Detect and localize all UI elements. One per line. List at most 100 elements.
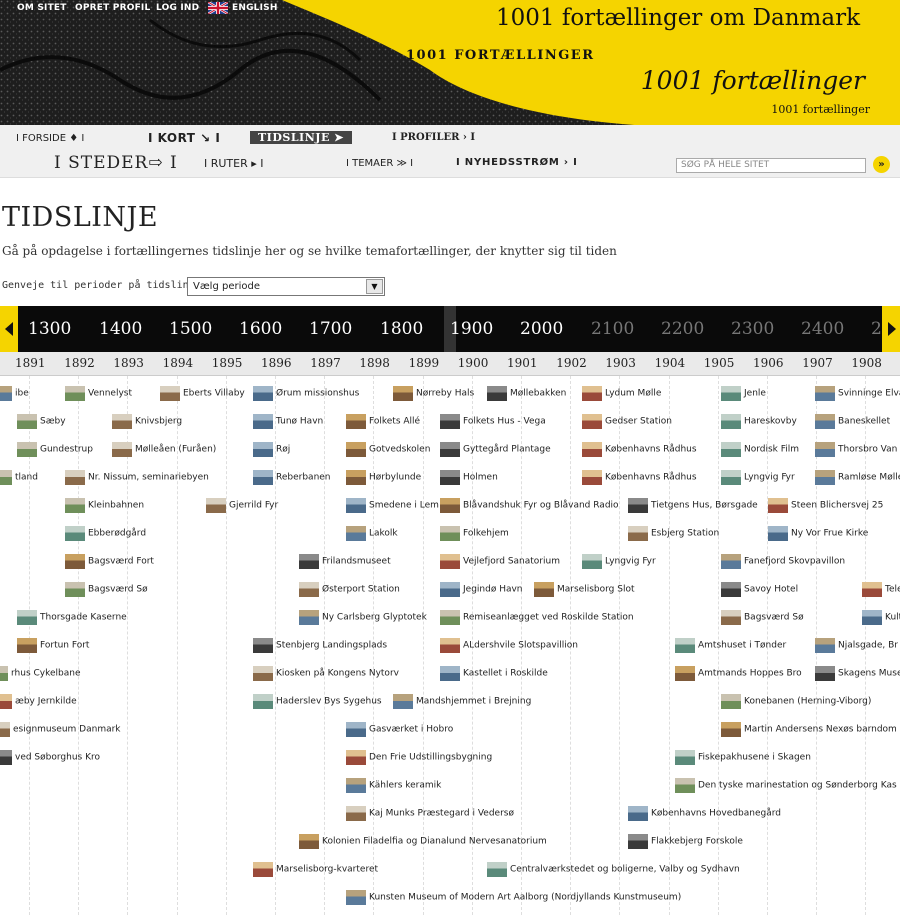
entry-label[interactable]: Mandshjemmet i Brejning — [416, 697, 531, 707]
entry-thumbnail-image[interactable] — [440, 442, 460, 457]
entry-label[interactable]: Lyngvig Fyr — [605, 557, 656, 567]
entry-label[interactable]: Den tyske marinestation og Sønderborg Ka… — [698, 781, 897, 791]
entry-thumbnail-image[interactable] — [65, 498, 85, 513]
entry-label[interactable]: Vennelyst — [88, 389, 132, 399]
entry-label[interactable]: Lyngvig Fyr — [744, 473, 795, 483]
year-label-1906[interactable]: 1906 — [753, 356, 784, 370]
entry-thumbnail-image[interactable] — [440, 610, 460, 625]
entry-thumbnail-image[interactable] — [440, 638, 460, 653]
entry-label[interactable]: rhus Cykelbane — [11, 669, 81, 679]
century-1700[interactable]: 1700 — [309, 319, 352, 339]
entry-label[interactable]: Kult — [885, 613, 900, 623]
entry-thumbnail-image[interactable] — [440, 666, 460, 681]
entry-label[interactable]: Savoy Hotel — [744, 585, 798, 595]
timeline-entry[interactable]: Hareskovby — [721, 414, 797, 430]
timeline-entry[interactable]: Ramløse Mølle — [815, 470, 900, 486]
entry-thumbnail-image[interactable] — [346, 442, 366, 457]
entry-thumbnail-image[interactable] — [721, 414, 741, 429]
year-label-1893[interactable]: 1893 — [113, 356, 144, 370]
timeline-entry[interactable]: Fanefjord Skovpavillon — [721, 554, 845, 570]
year-label-1894[interactable]: 1894 — [163, 356, 194, 370]
entry-thumbnail-image[interactable] — [65, 386, 85, 401]
timeline-entry[interactable]: Centralværkstedet og boligerne, Valby og… — [487, 862, 740, 878]
entry-thumbnail-image[interactable] — [253, 666, 273, 681]
entry-thumbnail-image[interactable] — [628, 834, 648, 849]
entry-thumbnail-image[interactable] — [582, 386, 602, 401]
century-2100[interactable]: 2100 — [591, 319, 634, 339]
entry-thumbnail-image[interactable] — [0, 722, 10, 737]
entry-thumbnail-image[interactable] — [721, 386, 741, 401]
entry-label[interactable]: Røj — [276, 445, 290, 455]
entry-label[interactable]: Tele — [885, 585, 900, 595]
entry-thumbnail-image[interactable] — [815, 638, 835, 653]
entry-thumbnail-image[interactable] — [65, 470, 85, 485]
entry-thumbnail-image[interactable] — [440, 554, 460, 569]
year-label-1901[interactable]: 1901 — [507, 356, 538, 370]
timeline-entry[interactable]: esignmuseum Danmark — [0, 722, 121, 738]
entry-thumbnail-image[interactable] — [346, 806, 366, 821]
timeline-entry[interactable]: Reberbanen — [253, 470, 331, 486]
timeline-entry[interactable]: Marselisborg Slot — [534, 582, 634, 598]
entry-thumbnail-image[interactable] — [582, 414, 602, 429]
timeline-entry[interactable]: Jenle — [721, 386, 766, 402]
timeline-entry[interactable]: Gedser Station — [582, 414, 672, 430]
timeline-entry[interactable]: Vejlefjord Sanatorium — [440, 554, 560, 570]
entry-label[interactable]: Tietgens Hus, Børsgade — [651, 501, 758, 511]
timeline-entry[interactable]: Ny Vor Frue Kirke — [768, 526, 868, 542]
timeline-entry[interactable]: Kastellet i Roskilde — [440, 666, 548, 682]
search-submit-button[interactable]: » — [873, 156, 890, 173]
timeline-entry[interactable]: ibe — [0, 386, 29, 402]
year-label-1891[interactable]: 1891 — [15, 356, 46, 370]
entry-label[interactable]: Martin Andersens Nexøs barndom — [744, 725, 897, 735]
entry-thumbnail-image[interactable] — [721, 694, 741, 709]
entry-thumbnail-image[interactable] — [393, 386, 413, 401]
timeline-entry[interactable]: Lyngvig Fyr — [582, 554, 656, 570]
entry-thumbnail-image[interactable] — [65, 526, 85, 541]
entry-label[interactable]: Nordisk Film — [744, 445, 799, 455]
entry-label[interactable]: Københavns Rådhus — [605, 445, 697, 455]
timeline-entry[interactable]: Esbjerg Station — [628, 526, 719, 542]
entry-thumbnail-image[interactable] — [346, 750, 366, 765]
entry-thumbnail-image[interactable] — [253, 386, 273, 401]
entry-thumbnail-image[interactable] — [582, 442, 602, 457]
entry-thumbnail-image[interactable] — [675, 666, 695, 681]
entry-thumbnail-image[interactable] — [862, 610, 882, 625]
timeline-entry[interactable]: Gotvedskolen — [346, 442, 430, 458]
timeline-entry[interactable]: Jegindø Havn — [440, 582, 523, 598]
entry-label[interactable]: Folkehjem — [463, 529, 509, 539]
century-1500[interactable]: 1500 — [169, 319, 212, 339]
nav-temaer[interactable]: I TEMAER ≫ I — [346, 158, 413, 169]
entry-label[interactable]: Thorsgade Kaserne — [40, 613, 127, 623]
timeline-entry[interactable]: Amtshuset i Tønder — [675, 638, 786, 654]
entry-thumbnail-image[interactable] — [675, 638, 695, 653]
entry-label[interactable]: Gyttegård Plantage — [463, 445, 551, 455]
timeline-entry[interactable]: Kult — [862, 610, 900, 626]
timeline-entry[interactable]: Sæby — [17, 414, 66, 430]
uk-flag-icon[interactable] — [208, 2, 228, 14]
entry-thumbnail-image[interactable] — [299, 834, 319, 849]
century-1400[interactable]: 1400 — [99, 319, 142, 339]
entry-label[interactable]: Hareskovby — [744, 417, 797, 427]
timeline-entry[interactable]: Fortun Fort — [17, 638, 89, 654]
entry-thumbnail-image[interactable] — [815, 414, 835, 429]
entry-label[interactable]: Folkets Hus - Vega — [463, 417, 546, 427]
entry-label[interactable]: æby Jernkilde — [15, 697, 77, 707]
entry-label[interactable]: Konebanen (Herning-Viborg) — [744, 697, 871, 707]
entry-label[interactable]: Amtmands Hoppes Bro — [698, 669, 802, 679]
site-title[interactable]: 1001 fortællinger om Danmark — [496, 5, 860, 31]
entry-thumbnail-image[interactable] — [346, 722, 366, 737]
year-label-1895[interactable]: 1895 — [212, 356, 243, 370]
entry-label[interactable]: Kastellet i Roskilde — [463, 669, 548, 679]
timeline-entry[interactable]: Folkehjem — [440, 526, 509, 542]
timeline-entry[interactable]: Mandshjemmet i Brejning — [393, 694, 531, 710]
century-1900[interactable]: 1900 — [450, 319, 493, 339]
timeline-entry[interactable]: Knivsbjerg — [112, 414, 182, 430]
entry-label[interactable]: Lakolk — [369, 529, 398, 539]
nav-ruter[interactable]: I RUTER ▸ I — [204, 157, 264, 170]
entry-thumbnail-image[interactable] — [815, 470, 835, 485]
timeline-entry[interactable]: Københavns Rådhus — [582, 442, 697, 458]
entry-label[interactable]: Gundestrup — [40, 445, 93, 455]
entry-label[interactable]: Jegindø Havn — [463, 585, 523, 595]
timeline-entry[interactable]: Nørreby Hals — [393, 386, 474, 402]
entry-label[interactable]: Eberts Villaby — [183, 389, 245, 399]
